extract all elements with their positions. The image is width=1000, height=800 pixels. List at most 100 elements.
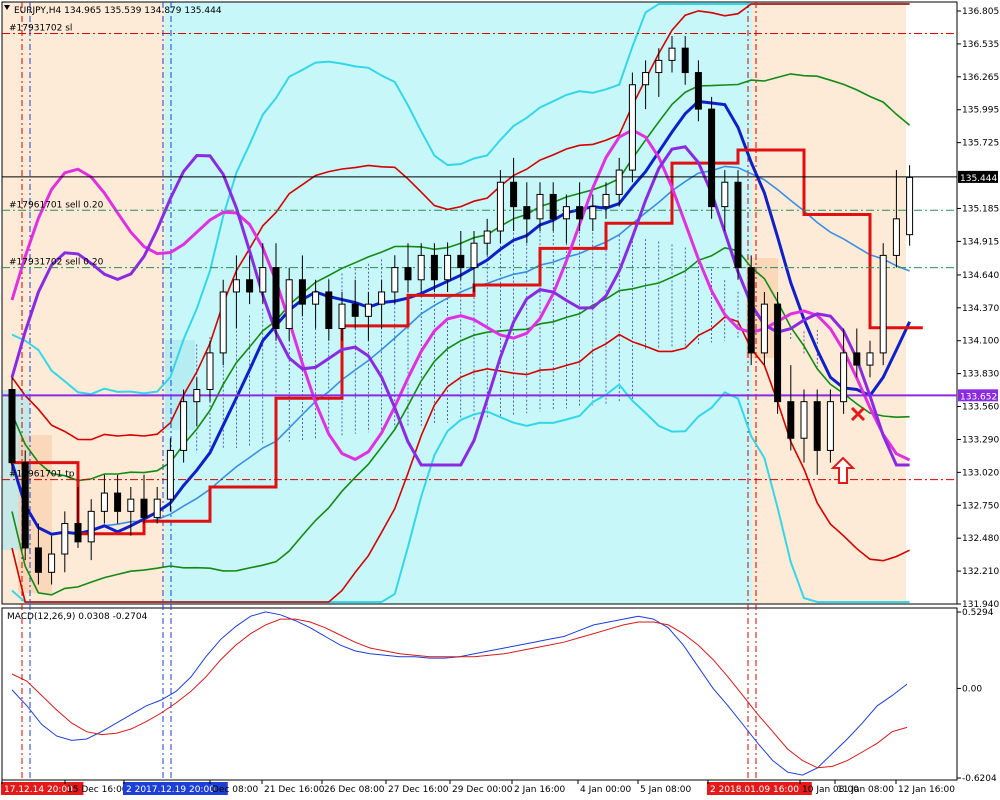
candle-body: [21, 462, 29, 549]
candle-body: [536, 193, 544, 220]
macd-plot-frame: [1, 607, 958, 781]
candle-body: [259, 267, 267, 293]
candle-body: [232, 279, 240, 293]
candle-body: [800, 401, 808, 439]
price-tick-label: 133.020: [962, 468, 999, 478]
candle-body: [906, 176, 914, 236]
candle-body: [879, 254, 887, 354]
price-axis: 136.805 136.535 136.265 135.995 135.725 135.1…: [957, 7, 999, 784]
price-tick-label: 132.210: [962, 567, 999, 577]
candle-body: [127, 498, 135, 512]
candle-body: [787, 401, 795, 439]
candle-body: [325, 291, 333, 330]
time-tick-label: 11 Jan 08:00: [837, 785, 894, 795]
candle-body: [100, 492, 108, 512]
candle-body: [681, 47, 689, 74]
candle-body: [219, 291, 227, 354]
price-tick-label: 135.725: [962, 139, 999, 149]
candle-body: [378, 291, 386, 305]
price-tick-label: 132.480: [962, 534, 999, 544]
candle-body: [391, 267, 399, 293]
candle-body: [813, 401, 821, 451]
price-tick-label: 134.100: [962, 337, 999, 347]
candle-body: [589, 206, 597, 220]
candle-body: [404, 267, 412, 281]
price-tick-label: 133.290: [962, 435, 999, 445]
time-tick-label: 2 2017.12.19 20:00: [126, 785, 215, 795]
candle-body: [615, 169, 623, 195]
candle-body: [206, 352, 214, 390]
macd-tick-label: 0.5294: [962, 608, 994, 618]
candle-body: [747, 267, 755, 354]
candle-body: [166, 449, 174, 500]
marked-price-tag-label: 133.652: [960, 392, 997, 402]
cyan-band-mid: [165, 340, 195, 430]
candle-body: [602, 193, 610, 208]
time-tick-label: 17.12.14 20:00: [4, 785, 73, 795]
candle-body: [470, 242, 478, 269]
order-level-label: #17931702 sell 0.20: [9, 258, 104, 268]
time-tick-label: 2 Jan 16:00: [514, 785, 566, 795]
candle-body: [61, 523, 69, 555]
candle-body: [298, 279, 306, 305]
candle-body: [312, 291, 320, 305]
candle-body: [430, 254, 438, 281]
price-tick-label: 135.995: [962, 106, 999, 116]
candle-body: [668, 47, 676, 61]
candle-body: [457, 254, 465, 269]
candle-body: [87, 510, 95, 543]
price-tick-label: 133.830: [962, 370, 999, 380]
candle-body: [272, 267, 280, 330]
order-level-label: #17931702 sl: [9, 24, 72, 34]
macd-header: MACD(12,26,9) 0.0308 -0.2704: [7, 612, 148, 622]
time-tick-label: 27 Dec 16:00: [388, 785, 449, 795]
time-tick-label: 12 Jan 16:00: [898, 785, 955, 795]
price-tick-label: 135.185: [962, 204, 999, 214]
time-tick-label: 26 Dec 08:00: [324, 785, 385, 795]
candle-body: [826, 401, 834, 451]
price-tick-label: 136.265: [962, 73, 999, 83]
candle-body: [576, 206, 584, 220]
candle-body: [734, 181, 742, 269]
candle-body: [655, 59, 663, 74]
time-tick-label: 15 Dec 16:00: [67, 785, 128, 795]
candle-body: [628, 84, 636, 171]
chart-svg: #17961701 sell 0.20 #17931702 sell 0.20 #1…: [1, 1, 999, 795]
candle-body: [642, 72, 650, 86]
order-level-label: #17961701 sell 0.20: [9, 200, 104, 210]
candle-body: [840, 352, 848, 403]
candle-body: [140, 498, 148, 518]
price-tick-label: 134.915: [962, 237, 999, 247]
cyan-zone-center: [165, 2, 752, 604]
time-tick-label: 5 Jan 08:00: [640, 785, 692, 795]
candle-body: [444, 254, 452, 281]
candle-body: [34, 547, 42, 573]
time-tick-label: 29 Dec 00:00: [452, 785, 513, 795]
candle-body: [246, 279, 254, 293]
candle-body: [774, 303, 782, 403]
candle-body: [114, 492, 122, 512]
price-tick-label: 136.805: [962, 7, 999, 17]
candle-body: [760, 303, 768, 354]
time-tick-label: 2 2018.01.09 16:00: [710, 785, 799, 795]
candle-body: [866, 352, 874, 366]
time-tick-label: 21 Dec 16:00: [264, 785, 325, 795]
price-tick-label: 134.640: [962, 271, 999, 281]
price-tick-label: 132.750: [962, 501, 999, 511]
candle-body: [496, 181, 504, 232]
time-tick-label: Dec 08:00: [212, 785, 258, 795]
candle-body: [417, 254, 425, 281]
candle-body: [193, 388, 201, 403]
candle-body: [523, 206, 531, 220]
candle-body: [364, 303, 372, 317]
candle-body: [853, 352, 861, 366]
candle-body: [510, 181, 518, 208]
candle-body: [351, 303, 359, 317]
macd-tick-label: 0.00: [962, 684, 982, 694]
symbol-header: EURJPY,H4 134.965 135.539 134.879 135.44…: [14, 6, 222, 16]
candle-body: [74, 523, 82, 543]
time-axis: 17.12.14 20:0015 Dec 16:002 2017.12.19 2…: [1, 780, 955, 795]
candle-body: [708, 108, 716, 208]
price-tick-label: 136.535: [962, 40, 999, 50]
candle-body: [180, 401, 188, 451]
